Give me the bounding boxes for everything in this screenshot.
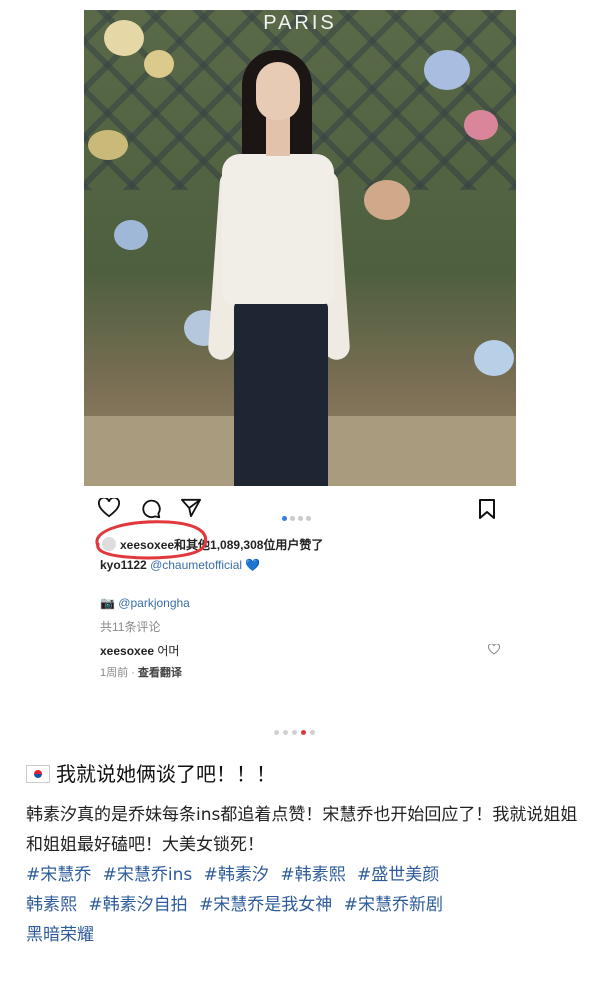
caption-line: kyo1122 @chaumetofficial 💙 [100, 558, 260, 572]
model-figure [204, 50, 404, 486]
post-text: 韩素汐真的是乔妹每条ins都追着点赞！宋慧乔也开始回应了！我就说姐姐和姐姐最好磕… [26, 805, 578, 855]
comment-like-icon[interactable] [488, 644, 500, 655]
hashtag[interactable]: #韩素熙 [280, 865, 345, 885]
meta-separator: · [131, 667, 135, 679]
comment-text: 어머 [157, 644, 180, 658]
korea-flag-icon [26, 765, 50, 783]
flower-cluster [114, 220, 148, 250]
post-title: 我就说她俩谈了吧！！！ [56, 762, 276, 786]
flower-cluster [144, 50, 174, 78]
post-photo[interactable]: PARIS [84, 10, 516, 486]
carousel-dot-active[interactable] [301, 730, 306, 735]
carousel-indicator [274, 720, 319, 739]
comment-username[interactable]: xeesoxee [100, 644, 154, 658]
hashtag[interactable]: #宋慧乔ins [103, 865, 193, 885]
hashtag[interactable]: #韩素汐自拍 [88, 895, 187, 915]
camera-icon: 📷 [100, 596, 115, 610]
post-body: 韩素汐真的是乔妹每条ins都追着点赞！宋慧乔也开始回应了！我就说姐姐和姐姐最好磕… [26, 800, 586, 950]
red-circle-annotation [95, 520, 207, 560]
flower-cluster [474, 340, 514, 376]
comment-meta: 1周前 · 查看翻译 [100, 664, 182, 680]
photo-page-dots [282, 506, 314, 525]
heart-icon[interactable] [98, 498, 120, 518]
flower-cluster [424, 50, 470, 90]
credit-line: 📷 @parkjongha [100, 596, 190, 610]
hashtag[interactable]: 韩素熙 [26, 895, 77, 915]
caption-username[interactable]: kyo1122 [100, 558, 147, 572]
hashtag[interactable]: #宋慧乔新剧 [344, 895, 443, 915]
hashtag[interactable]: #盛世美颜 [357, 865, 439, 885]
page-dot [290, 516, 295, 521]
comment-time: 1周前 [100, 667, 129, 679]
carousel-dot[interactable] [292, 730, 297, 735]
hashtag[interactable]: #韩素汐 [204, 865, 269, 885]
translate-link[interactable]: 查看翻译 [138, 667, 182, 679]
hashtag[interactable]: 黑暗荣耀 [26, 925, 94, 945]
page-dot [306, 516, 311, 521]
page-dot [298, 516, 303, 521]
comment-row: xeesoxee 어머 [100, 642, 179, 659]
carousel-dot[interactable] [274, 730, 279, 735]
carousel-dot[interactable] [310, 730, 315, 735]
brand-text: PARIS [263, 12, 337, 34]
post-title-row: 我就说她俩谈了吧！！！ [26, 758, 276, 787]
flower-cluster [88, 130, 128, 160]
flower-cluster [464, 110, 498, 140]
caption-mention[interactable]: @chaumetofficial [150, 558, 242, 572]
hashtag[interactable]: #宋慧乔是我女神 [199, 895, 332, 915]
credit-mention[interactable]: @parkjongha [118, 596, 190, 610]
blue-heart-emoji: 💙 [245, 558, 261, 572]
comment-count[interactable]: 共11条评论 [100, 618, 160, 635]
hashtag[interactable]: #宋慧乔 [26, 865, 91, 885]
carousel-dot[interactable] [283, 730, 288, 735]
bookmark-icon[interactable] [478, 498, 496, 520]
send-icon[interactable] [180, 498, 202, 518]
page-dot-active [282, 516, 287, 521]
